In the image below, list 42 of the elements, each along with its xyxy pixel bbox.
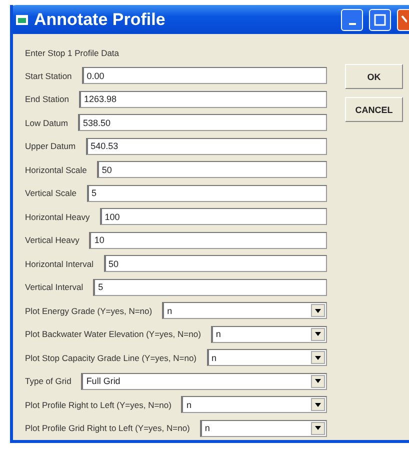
dropdown[interactable]: n xyxy=(162,302,327,320)
input-field[interactable]: 1263.98 xyxy=(78,90,327,108)
app-icon xyxy=(16,14,28,24)
maximize-button[interactable] xyxy=(369,8,391,30)
input-field[interactable]: 50 xyxy=(96,161,327,178)
minimize-button[interactable] xyxy=(341,8,363,30)
dropdown[interactable]: n xyxy=(206,349,327,366)
input-field[interactable]: 5 xyxy=(86,184,327,202)
input-field[interactable]: 5 xyxy=(93,278,327,296)
field-label: Vertical Scale xyxy=(25,188,76,198)
input-field[interactable]: 100 xyxy=(100,208,327,226)
field-label: Type of Grid xyxy=(25,376,72,386)
dropdown[interactable]: n xyxy=(200,420,327,437)
field-label: Vertical Heavy xyxy=(25,235,80,246)
field-label: Start Station xyxy=(25,70,72,81)
section-heading: Enter Stop 1 Profile Data xyxy=(25,48,120,58)
input-field[interactable]: 538.50 xyxy=(78,114,327,132)
input-field[interactable]: 0.00 xyxy=(82,67,327,84)
dropdown[interactable]: n xyxy=(181,396,327,414)
input-field[interactable]: 540.53 xyxy=(86,138,327,155)
close-button[interactable] xyxy=(397,8,409,30)
input-field[interactable]: 50 xyxy=(104,255,327,272)
field-label: Vertical Interval xyxy=(25,282,84,292)
field-label: Horizontal Scale xyxy=(25,164,87,175)
field-label: Horizontal Interval xyxy=(25,258,94,269)
dropdown[interactable]: Full Grid xyxy=(81,372,327,390)
window-title: Annotate Profile xyxy=(34,10,166,30)
maximize-icon xyxy=(374,14,386,26)
ok-button[interactable]: OK xyxy=(345,64,403,89)
dropdown[interactable]: n xyxy=(210,326,327,343)
field-label: Upper Datum xyxy=(25,141,76,152)
field-label: Plot Stop Capacity Grade Line (Y=yes, N=no) xyxy=(25,352,197,363)
minimize-icon xyxy=(348,22,356,24)
cancel-button[interactable]: CANCEL xyxy=(345,97,403,122)
field-label: Plot Profile Right to Left (Y=yes, N=no) xyxy=(25,400,172,410)
field-label: Plot Profile Grid Right to Left (Y=yes, N=no) xyxy=(25,423,190,434)
field-label: Plot Backwater Water Elevation (Y=yes, N=no) xyxy=(25,329,201,340)
field-label: Plot Energy Grade (Y=yes, N=no) xyxy=(25,306,152,316)
field-label: End Station xyxy=(25,94,69,104)
input-field[interactable]: 10 xyxy=(89,232,327,249)
field-label: Low Datum xyxy=(25,118,68,128)
field-label: Horizontal Heavy xyxy=(25,212,90,222)
